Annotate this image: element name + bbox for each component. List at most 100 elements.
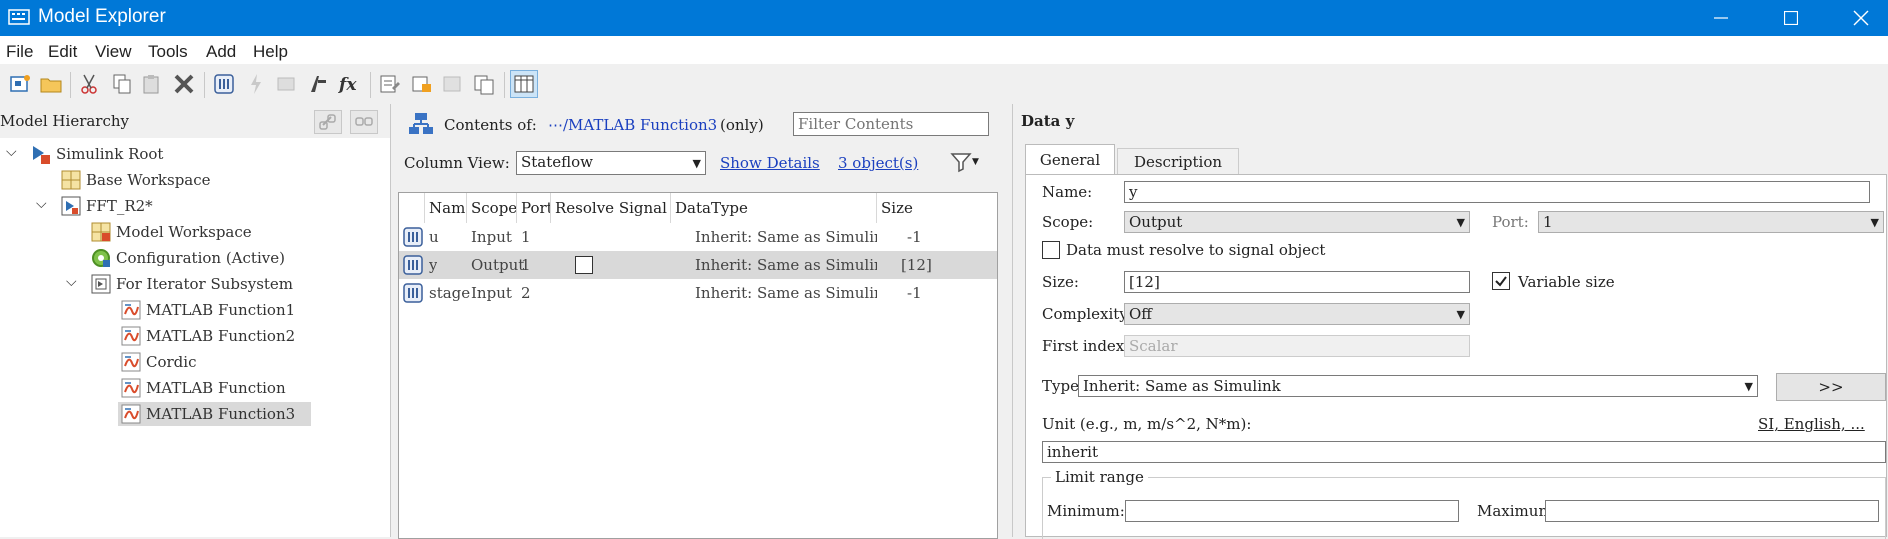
expand-toggle-for-iterator[interactable]: ⌵ [66, 274, 77, 290]
resolve-signal-checkbox[interactable] [1042, 241, 1060, 259]
hierarchy-icon [409, 113, 433, 134]
copy-button[interactable] [108, 70, 136, 98]
column-view-select[interactable]: Stateflow ▼ [516, 151, 706, 175]
window-title: Model Explorer [38, 6, 166, 27]
cut-button[interactable] [76, 70, 104, 98]
close-icon [1853, 10, 1869, 26]
function-button[interactable]: fx [336, 70, 364, 98]
properties-button[interactable] [376, 70, 404, 98]
minimum-input[interactable] [1125, 500, 1459, 522]
chevron-down-icon: ▼ [1456, 308, 1465, 321]
tree-item-fft-r2[interactable]: FFT_R2* [60, 194, 153, 218]
expand-toggle-fft-r2[interactable]: ⌵ [36, 196, 47, 212]
column-header-resolve-signal[interactable]: Resolve Signal [551, 193, 671, 223]
tree-item-cordic[interactable]: Cordic [120, 350, 196, 374]
left-splitter[interactable] [391, 104, 398, 537]
resolve-signal-checkbox[interactable] [575, 256, 593, 274]
contents-path[interactable]: ⋯/MATLAB Function3 [548, 116, 717, 134]
port-select[interactable]: 1 ▼ [1538, 211, 1884, 233]
column-header-size[interactable]: Size [877, 193, 997, 223]
menu-add[interactable]: Add [206, 42, 236, 62]
variable-size-checkbox[interactable] [1492, 272, 1510, 290]
tree-item-configuration[interactable]: Configuration (Active) [90, 246, 285, 270]
column-header-datatype[interactable]: DataType [671, 193, 877, 223]
dialog-icon [412, 76, 431, 92]
add-data-button[interactable] [210, 70, 238, 98]
add-chart-button[interactable] [304, 70, 332, 98]
tree-label: FFT_R2* [86, 197, 153, 215]
column-view-button[interactable] [510, 70, 538, 98]
unit-system-link[interactable]: SI, English, ... [1758, 415, 1865, 433]
workspace-icon [60, 169, 82, 191]
maximum-input[interactable] [1545, 500, 1879, 522]
menu-help[interactable]: Help [253, 42, 288, 62]
tree-label: MATLAB Function [146, 379, 286, 397]
table-row[interactable]: stage Input 2 Inherit: Same as Simulink … [399, 279, 997, 307]
name-input[interactable]: y [1124, 181, 1870, 203]
close-button[interactable] [1826, 0, 1888, 36]
add-message-button[interactable] [272, 70, 300, 98]
explore-icon [443, 76, 461, 92]
menu-file[interactable]: File [6, 42, 33, 62]
data-icon [403, 227, 423, 247]
size-input[interactable]: [12] [1124, 271, 1470, 293]
unlink-button[interactable] [350, 110, 378, 134]
column-header-scope[interactable]: Scope [467, 193, 517, 223]
tree-item-base-workspace[interactable]: Base Workspace [60, 168, 211, 192]
paste-button[interactable] [138, 70, 166, 98]
matlab-function-icon [120, 377, 142, 399]
explore-button[interactable] [438, 70, 466, 98]
title-bar: Model Explorer [0, 0, 1888, 36]
add-event-button[interactable] [242, 70, 270, 98]
size-label: Size: [1042, 273, 1079, 291]
delete-button[interactable] [170, 70, 198, 98]
tree-item-matlab-function1[interactable]: MATLAB Function1 [120, 298, 295, 322]
tree-label: Simulink Root [56, 145, 164, 163]
cell-scope: Input [471, 284, 512, 302]
data-type-assistant-button[interactable]: >> [1776, 373, 1886, 401]
tree-item-matlab-function3[interactable]: MATLAB Function3 [118, 402, 312, 426]
filter-menu-button[interactable]: ▼ [950, 148, 986, 176]
new-model-button[interactable] [6, 70, 34, 98]
column-header-port[interactable]: Port [517, 193, 551, 223]
column-header-name[interactable]: Name [425, 193, 467, 223]
show-details-link[interactable]: Show Details [720, 154, 820, 172]
menu-view[interactable]: View [95, 42, 132, 62]
minimize-button[interactable] [1686, 0, 1756, 36]
type-value: Inherit: Same as Simulink [1083, 377, 1281, 395]
open-button[interactable] [37, 70, 65, 98]
copy-icon [113, 74, 131, 94]
complexity-select[interactable]: Off ▼ [1124, 303, 1470, 325]
tree-item-matlab-function2[interactable]: MATLAB Function2 [120, 324, 295, 348]
table-row-selected[interactable]: y Output 1 Inherit: Same as Simulink [12… [399, 251, 997, 279]
tree-item-model-workspace[interactable]: Model Workspace [90, 220, 252, 244]
tab-general[interactable]: General [1025, 144, 1115, 174]
filter-contents-input[interactable] [793, 112, 989, 136]
limit-range-label: Limit range [1051, 468, 1148, 486]
tree-item-simulink-root[interactable]: Simulink Root [30, 142, 163, 166]
menu-edit[interactable]: Edit [48, 42, 77, 62]
contents-label: Contents of: [444, 116, 537, 134]
compare-button[interactable] [470, 70, 498, 98]
tree-item-for-iterator-subsystem[interactable]: For Iterator Subsystem [90, 272, 293, 296]
dialog-button[interactable] [408, 70, 436, 98]
expand-toggle-simulink-root[interactable]: ⌵ [6, 144, 17, 160]
contents-table: Name Scope Port Resolve Signal DataType … [398, 192, 998, 539]
type-select[interactable]: Inherit: Same as Simulink ▼ [1078, 375, 1758, 397]
tree-item-matlab-function[interactable]: MATLAB Function [120, 376, 286, 400]
tab-description[interactable]: Description [1117, 148, 1239, 174]
table-row[interactable]: u Input 1 Inherit: Same as Simulink -1 [399, 223, 997, 251]
chevron-down-icon: ▼ [1870, 216, 1879, 229]
tree-label: Configuration (Active) [116, 249, 285, 267]
object-count-link[interactable]: 3 object(s) [838, 154, 918, 172]
menu-tools[interactable]: Tools [148, 42, 188, 62]
cell-name: stage [429, 284, 471, 302]
cell-name: u [429, 228, 439, 246]
maximize-button[interactable] [1756, 0, 1826, 36]
link-button[interactable] [314, 110, 342, 134]
maximize-icon [1784, 11, 1798, 25]
scope-select[interactable]: Output ▼ [1124, 211, 1470, 233]
first-index-input[interactable]: Scalar [1124, 335, 1470, 357]
chart-icon [311, 76, 326, 92]
unit-input[interactable]: inherit [1042, 441, 1886, 463]
